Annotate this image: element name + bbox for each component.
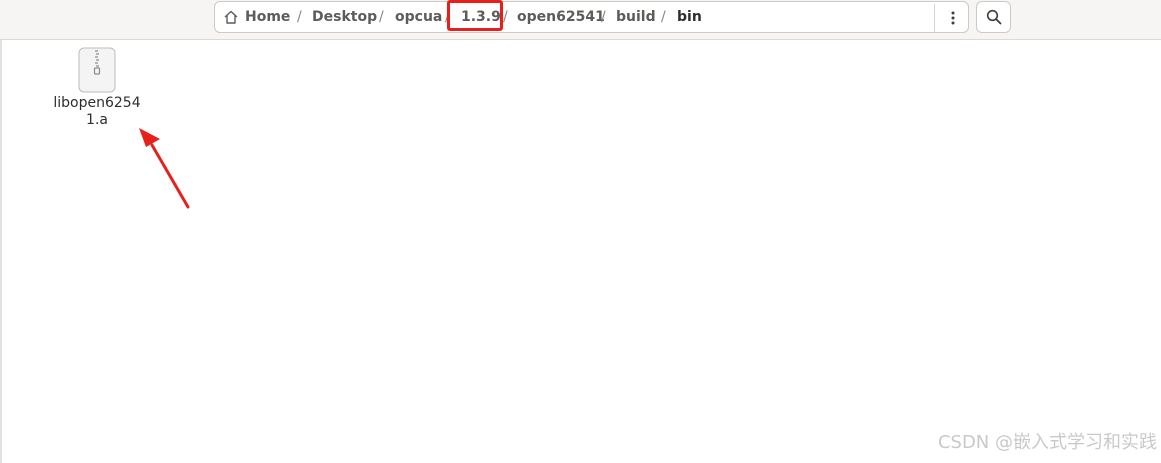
path-separator: /: [601, 9, 606, 25]
crumb-home[interactable]: Home: [245, 9, 290, 25]
path-bar: Home / Desktop / opcua / 1.3.9 / open625…: [214, 1, 969, 33]
pathbar-divider: [934, 4, 935, 32]
file-item[interactable]: libopen62541.a: [52, 45, 142, 135]
path-separator: /: [661, 9, 666, 25]
archive-file-icon: [78, 47, 116, 93]
header-bar: Home / Desktop / opcua / 1.3.9 / open625…: [0, 0, 1161, 40]
annotation-arrow: [139, 128, 190, 209]
search-icon: [986, 9, 1001, 25]
search-button[interactable]: [976, 1, 1011, 33]
crumb-build[interactable]: build: [616, 9, 656, 25]
annotation-highlight-box: [447, 0, 503, 31]
path-separator: /: [503, 9, 508, 25]
watermark: CSDN @嵌入式学习和实践: [937, 432, 1157, 453]
home-icon[interactable]: [223, 9, 239, 25]
content-left-edge: [0, 40, 2, 463]
crumb-bin[interactable]: bin: [677, 9, 702, 25]
path-separator: /: [379, 9, 384, 25]
crumb-open62541[interactable]: open62541: [517, 9, 605, 25]
path-menu-button[interactable]: [937, 4, 969, 32]
kebab-menu-icon: [951, 11, 955, 25]
crumb-desktop[interactable]: Desktop: [312, 9, 377, 25]
crumb-opcua[interactable]: opcua: [395, 9, 442, 25]
file-name: libopen62541.a: [53, 95, 141, 128]
path-separator: /: [297, 9, 302, 25]
